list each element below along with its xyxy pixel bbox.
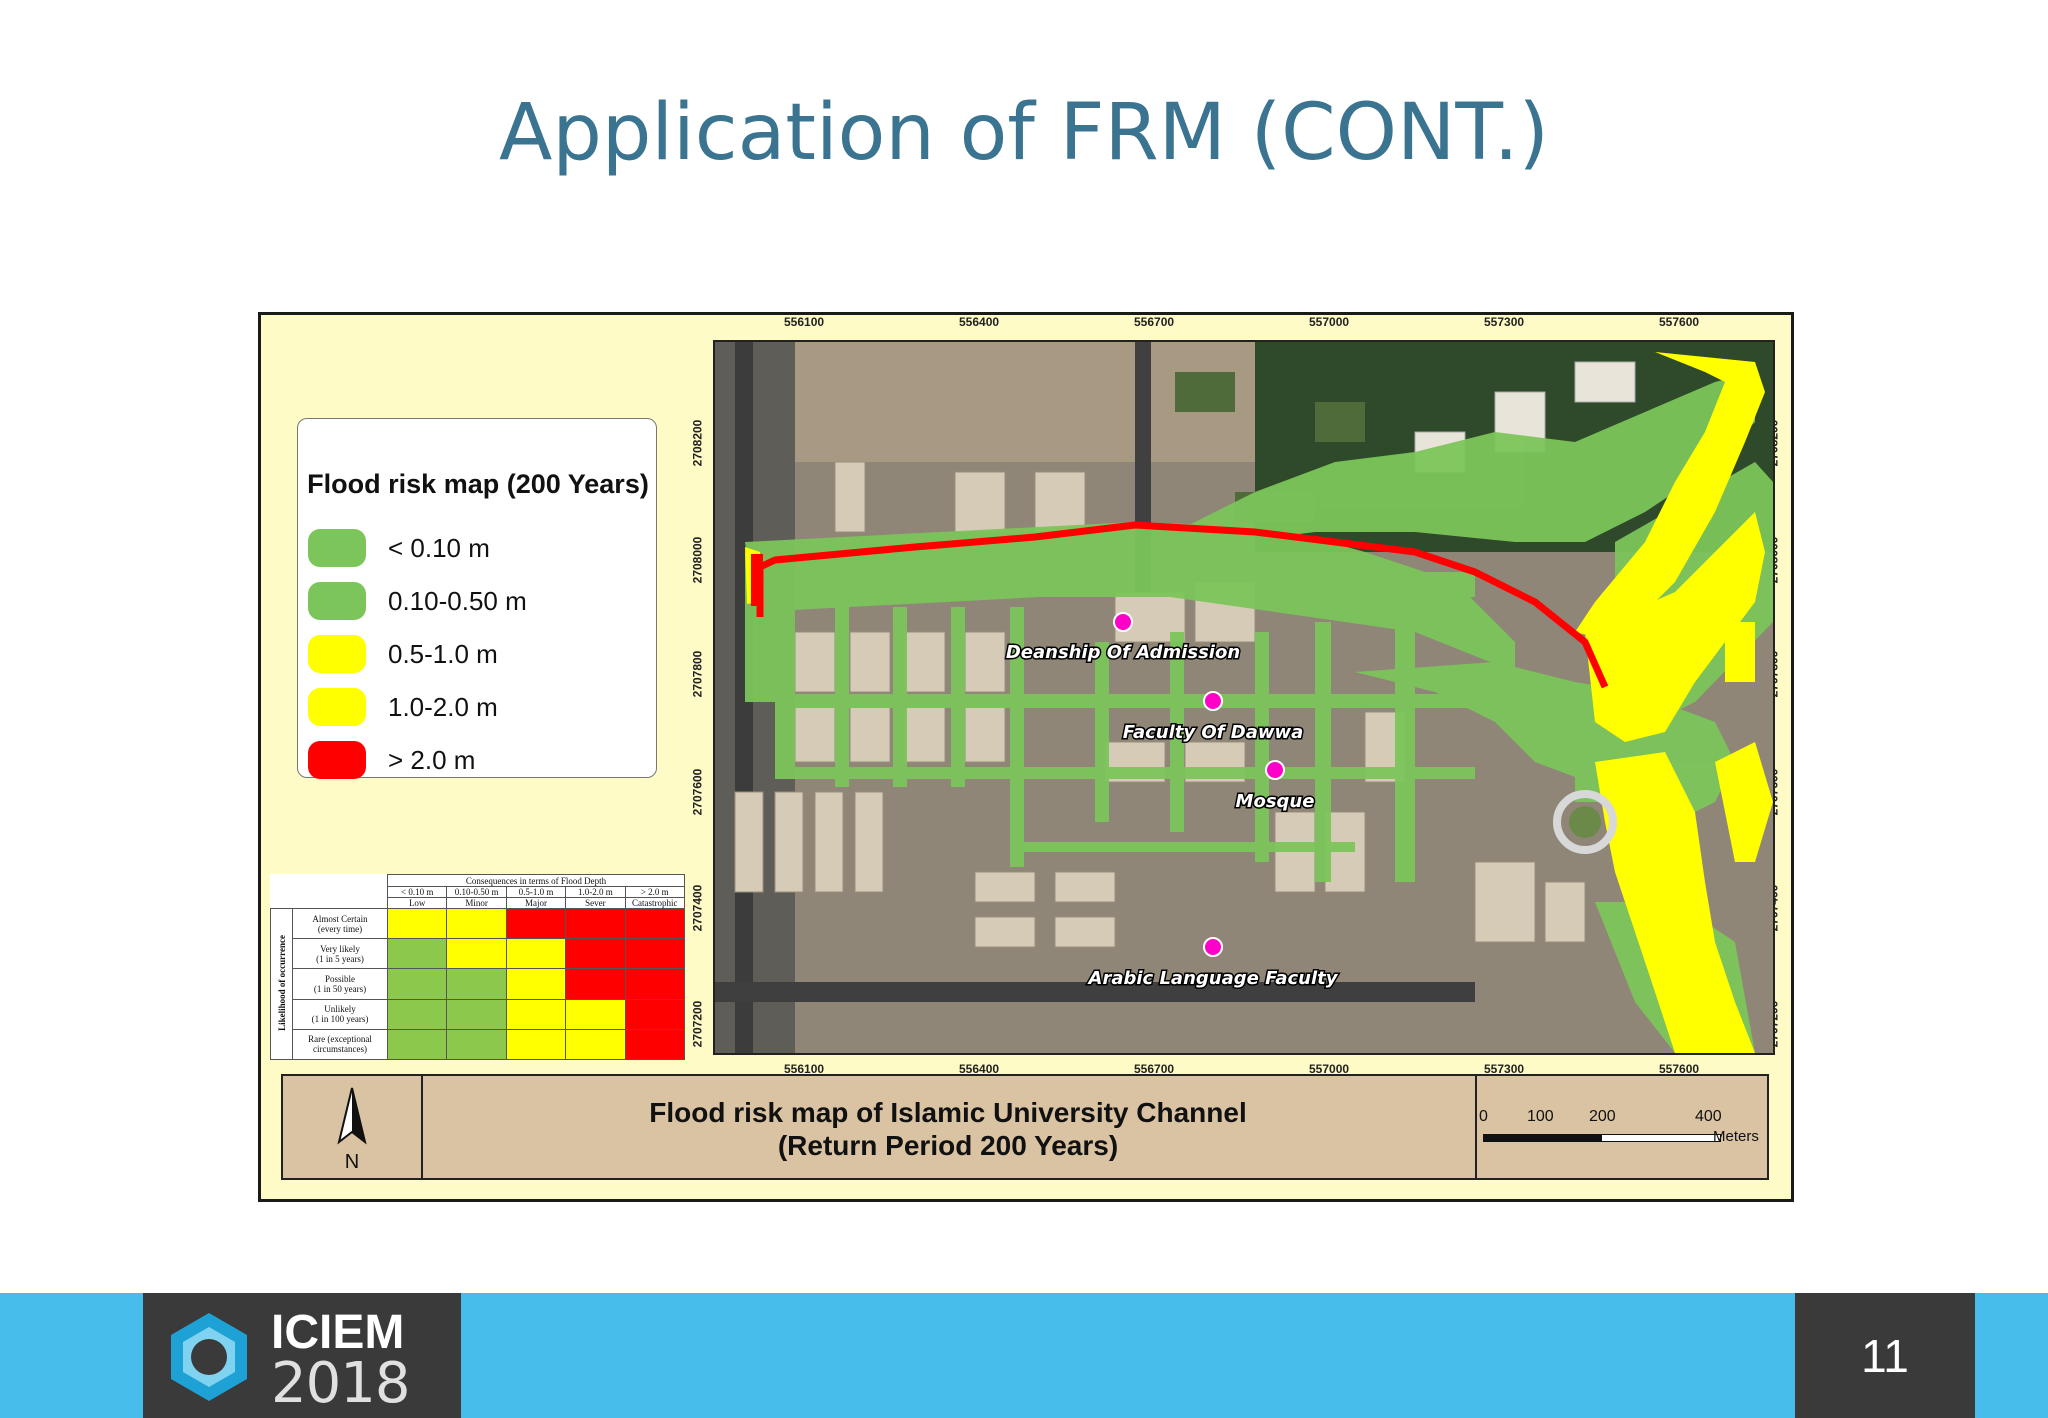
matrix-cell: [386, 998, 448, 1030]
matrix-cell: [505, 998, 567, 1030]
matrix-cell: [386, 1028, 448, 1061]
x-tick-top: 556100: [784, 315, 825, 329]
matrix-cell: [624, 1028, 686, 1061]
legend-swatch-green: [308, 582, 366, 620]
y-tick-left: 2708000: [690, 536, 705, 584]
scale-bar: 0 100 200 400 Meters: [1475, 1076, 1771, 1178]
x-tick-top: 556400: [959, 315, 1000, 329]
matrix-cell: [505, 1028, 567, 1061]
legend-swatch-red: [308, 741, 366, 779]
matrix-row-label: Rare (exceptional circumstances): [292, 1028, 388, 1061]
matrix-cell: [565, 938, 626, 970]
hexagon-logo-icon: [171, 1313, 247, 1401]
conference-logo: ICIEM 2018: [143, 1293, 461, 1418]
place-label: Arabic Language Faculty: [1087, 968, 1339, 989]
scale-label: 0: [1479, 1108, 1488, 1125]
matrix-cell: [386, 938, 448, 970]
matrix-cell: [565, 1028, 626, 1061]
scale-label: 100: [1527, 1108, 1554, 1125]
legend-swatch-yellow: [308, 688, 366, 726]
y-tick-left: 2707600: [690, 768, 705, 816]
matrix-consequence: Catastrophic: [624, 897, 686, 909]
matrix-cell: [624, 998, 686, 1030]
map-legend: Flood risk map (200 Years) < 0.10 m 0.10…: [297, 418, 657, 779]
y-tick-left: 2708200: [690, 419, 705, 467]
matrix-side-label: Likelihood of occurrence: [270, 908, 293, 1060]
matrix-row-label: Almost Certain (every time): [292, 907, 388, 940]
matrix-cell: [505, 938, 567, 970]
legend-label: 1.0-2.0 m: [388, 692, 498, 722]
scale-label: 200: [1589, 1108, 1616, 1125]
matrix-cell: [624, 907, 686, 940]
map-title: Flood risk map of Islamic University Cha…: [423, 1096, 1473, 1162]
map-title-panel: N Flood risk map of Islamic University C…: [281, 1074, 1769, 1180]
matrix-cell: [565, 907, 626, 940]
x-tick-top: 557600: [1659, 315, 1700, 329]
y-tick-left: 2707800: [690, 650, 705, 698]
page-number: 11: [1861, 1330, 1909, 1382]
x-tick-top: 556700: [1134, 315, 1175, 329]
x-tick-top: 557000: [1309, 315, 1350, 329]
matrix-row-label: Very likely (1 in 5 years): [292, 938, 388, 970]
x-tick-top: 557300: [1484, 315, 1525, 329]
satellite-map: Deanship Of Admission Faculty Of Dawwa M…: [713, 340, 1775, 1055]
matrix-cell: [446, 907, 507, 940]
north-arrow-icon: N: [337, 1087, 367, 1173]
north-arrow: N: [283, 1076, 423, 1178]
matrix-depth: 1.0-2.0 m: [565, 886, 626, 898]
matrix-cell: [565, 968, 626, 1000]
matrix-consequence: Minor: [446, 897, 507, 909]
y-tick-left: 2707200: [690, 1000, 705, 1048]
page-number-box: 11: [1795, 1293, 1975, 1418]
matrix-cell: [565, 998, 626, 1030]
map-title-line2: (Return Period 200 Years): [777, 1130, 1119, 1161]
matrix-cell: [446, 968, 507, 1000]
legend-label: < 0.10 m: [388, 533, 490, 563]
legend-title: Flood risk map (200 Years): [307, 469, 649, 499]
slide-title: Application of FRM (CONT.): [499, 88, 1549, 178]
map-title-line1: Flood risk map of Islamic University Cha…: [649, 1097, 1247, 1128]
place-label: Mosque: [1236, 791, 1315, 812]
matrix-cell: [446, 1028, 507, 1061]
logo-year: 2018: [271, 1351, 411, 1416]
matrix-depth: 0.5-1.0 m: [505, 886, 567, 898]
matrix-depth: > 2.0 m: [624, 886, 686, 898]
matrix-depth: < 0.10 m: [386, 886, 448, 898]
matrix-cell: [624, 968, 686, 1000]
risk-matrix: Consequences in terms of Flood Depth < 0…: [270, 874, 686, 1061]
matrix-cell: [446, 998, 507, 1030]
deanship-marker-icon: [1113, 612, 1133, 632]
matrix-row-label: Unlikely (1 in 100 years): [292, 998, 388, 1030]
matrix-cell: [505, 907, 567, 940]
legend-swatch-green: [308, 529, 366, 567]
matrix-cell: [386, 907, 448, 940]
legend-label: 0.5-1.0 m: [388, 639, 498, 669]
scale-segment-light: [1601, 1134, 1721, 1142]
matrix-consequence: Sever: [565, 897, 626, 909]
matrix-consequence: Low: [386, 897, 448, 909]
north-label: N: [345, 1151, 359, 1173]
matrix-depth: 0.10-0.50 m: [446, 886, 507, 898]
legend-label: > 2.0 m: [388, 745, 476, 775]
dawwa-marker-icon: [1203, 691, 1223, 711]
scale-unit: Meters: [1713, 1128, 1759, 1145]
matrix-cell: [446, 938, 507, 970]
matrix-row-label: Possible (1 in 50 years): [292, 968, 388, 1000]
matrix-cell: [624, 938, 686, 970]
matrix-cell: [386, 968, 448, 1000]
y-tick-left: 2707400: [690, 884, 705, 932]
legend-label: 0.10-0.50 m: [388, 586, 527, 616]
place-label: Faculty Of Dawwa: [1123, 722, 1304, 743]
legend-swatch-yellow: [308, 635, 366, 673]
matrix-consequence: Major: [505, 897, 567, 909]
place-label: Deanship Of Admission: [1006, 642, 1240, 663]
mosque-marker-icon: [1265, 760, 1285, 780]
matrix-cell: [505, 968, 567, 1000]
arabic-marker-icon: [1203, 937, 1223, 957]
scale-label: 400: [1695, 1108, 1722, 1125]
scale-segment-dark: [1483, 1134, 1601, 1142]
matrix-header: Consequences in terms of Flood Depth: [387, 874, 685, 887]
